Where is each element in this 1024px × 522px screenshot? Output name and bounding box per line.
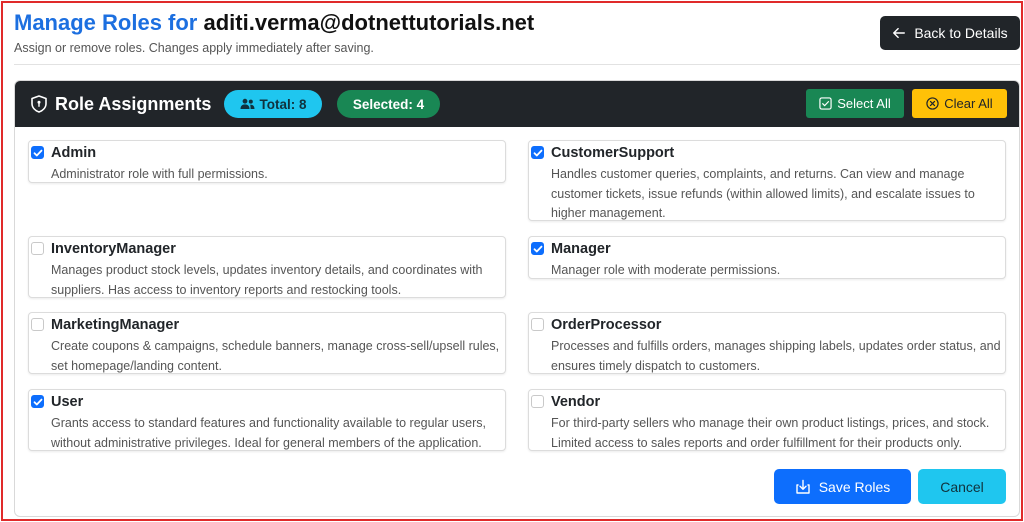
- role-checkbox[interactable]: [531, 146, 544, 159]
- role-description: For third-party sellers who manage their…: [551, 416, 990, 450]
- x-circle-icon: [926, 97, 939, 110]
- select-all-label: Select All: [837, 96, 891, 111]
- check-icon: [33, 398, 43, 406]
- role-item-marketingmanager[interactable]: MarketingManager Create coupons & campai…: [28, 312, 506, 374]
- role-assignments-card: Role Assignments Total: 8 Selected: 4 Se…: [14, 80, 1020, 517]
- check-icon: [533, 149, 543, 157]
- role-checkbox[interactable]: [31, 242, 44, 255]
- role-item-inventorymanager[interactable]: InventoryManager Manages product stock l…: [28, 236, 506, 298]
- role-name: Vendor: [551, 394, 601, 410]
- role-checkbox[interactable]: [31, 146, 44, 159]
- check-square-icon: [819, 97, 832, 110]
- save-roles-button[interactable]: Save Roles: [774, 469, 911, 504]
- role-checkbox[interactable]: [531, 318, 544, 331]
- role-description: Administrator role with full permissions…: [51, 167, 268, 181]
- role-name: MarketingManager: [51, 317, 180, 333]
- total-roles-label: Total: 8: [259, 96, 307, 112]
- back-to-details-button[interactable]: Back to Details: [880, 16, 1020, 50]
- clear-all-label: Clear All: [944, 96, 993, 111]
- role-name: CustomerSupport: [551, 145, 675, 161]
- total-roles-badge: Total: 8: [224, 90, 322, 118]
- download-icon: [796, 479, 810, 494]
- selected-roles-badge: Selected: 4: [337, 90, 440, 118]
- page-title-prefix: Manage Roles for: [14, 10, 198, 35]
- users-icon: [240, 98, 254, 109]
- role-description: Grants access to standard features and f…: [51, 416, 486, 450]
- role-checkbox[interactable]: [31, 318, 44, 331]
- page-subtitle: Assign or remove roles. Changes apply im…: [14, 41, 374, 55]
- card-title: Role Assignments: [55, 94, 212, 114]
- page-title: Manage Roles for aditi.verma@dotnettutor…: [14, 10, 534, 36]
- role-item-admin[interactable]: Admin Administrator role with full permi…: [28, 140, 506, 183]
- selected-roles-label: Selected: 4: [352, 96, 425, 112]
- role-name: User: [51, 394, 84, 410]
- cancel-button[interactable]: Cancel: [918, 469, 1006, 504]
- page-frame: Manage Roles for aditi.verma@dotnettutor…: [1, 1, 1023, 521]
- role-description: Create coupons & campaigns, schedule ban…: [51, 339, 500, 373]
- card-header: Role Assignments Total: 8 Selected: 4 Se…: [15, 81, 1019, 127]
- role-item-manager[interactable]: Manager Manager role with moderate permi…: [528, 236, 1006, 279]
- back-button-label: Back to Details: [914, 25, 1008, 41]
- role-item-user[interactable]: User Grants access to standard features …: [28, 389, 506, 451]
- role-description: Manager role with moderate permissions.: [551, 263, 781, 277]
- role-checkbox[interactable]: [531, 242, 544, 255]
- role-name: OrderProcessor: [551, 317, 662, 333]
- header-divider: [14, 64, 1020, 65]
- role-item-orderprocessor[interactable]: OrderProcessor Processes and fulfills or…: [528, 312, 1006, 374]
- user-email: aditi.verma@dotnettutorials.net: [203, 10, 535, 35]
- role-item-customersupport[interactable]: CustomerSupport Handles customer queries…: [528, 140, 1006, 221]
- role-description: Manages product stock levels, updates in…: [51, 263, 483, 297]
- role-name: Manager: [551, 241, 611, 257]
- check-icon: [33, 149, 43, 157]
- select-all-button[interactable]: Select All: [806, 89, 904, 118]
- role-item-vendor[interactable]: Vendor For third-party sellers who manag…: [528, 389, 1006, 451]
- save-roles-label: Save Roles: [818, 478, 891, 495]
- role-description: Processes and fulfills orders, manages s…: [551, 339, 1001, 373]
- role-checkbox[interactable]: [31, 395, 44, 408]
- role-name: Admin: [51, 145, 97, 161]
- cancel-label: Cancel: [940, 478, 984, 495]
- clear-all-button[interactable]: Clear All: [912, 89, 1007, 118]
- role-checkbox[interactable]: [531, 395, 544, 408]
- role-name: InventoryManager: [51, 241, 176, 257]
- arrow-left-icon: [893, 27, 906, 39]
- shield-icon: [31, 95, 47, 113]
- role-description: Handles customer queries, complaints, an…: [551, 167, 975, 220]
- check-icon: [533, 245, 543, 253]
